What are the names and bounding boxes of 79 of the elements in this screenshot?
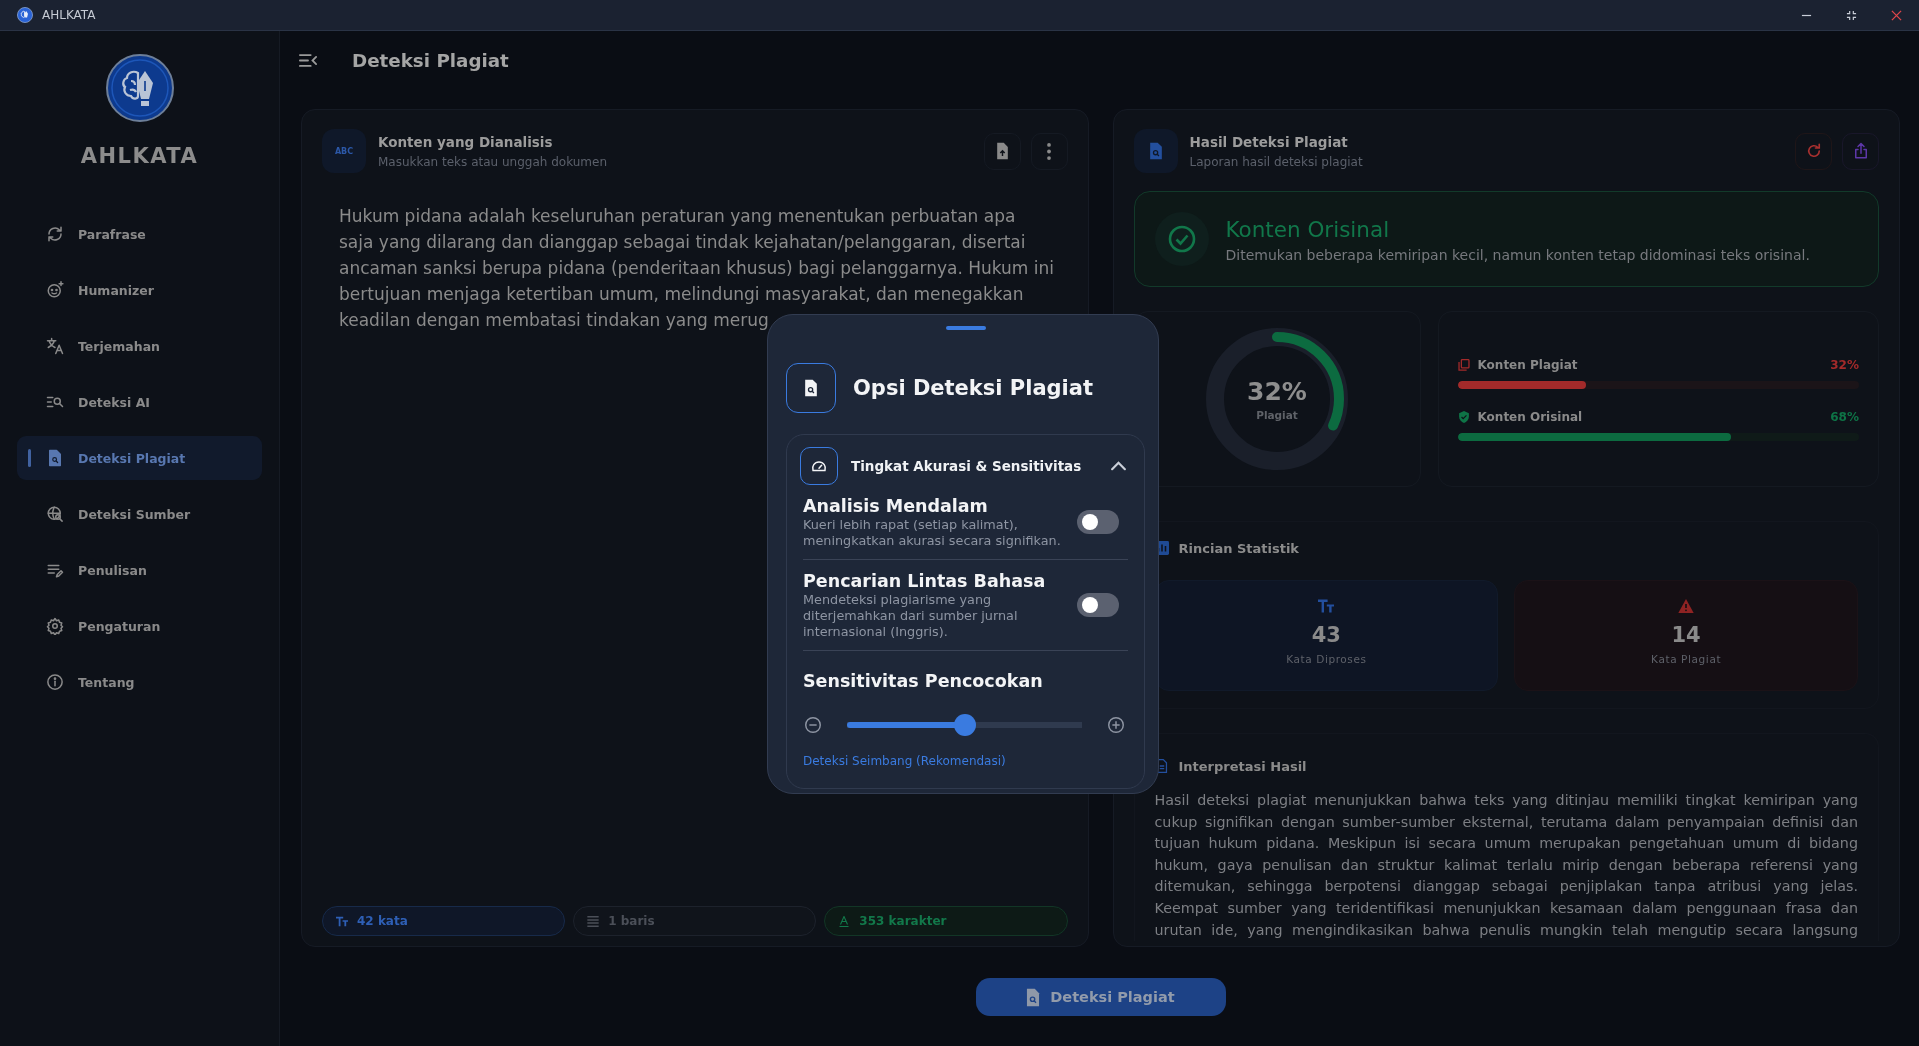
copy-icon <box>1457 359 1470 371</box>
plus-circle-icon[interactable] <box>1108 717 1124 733</box>
abc-badge: ABC <box>322 129 366 173</box>
globe-search-icon <box>46 505 64 523</box>
translate-icon <box>46 337 64 355</box>
detect-button[interactable]: Deteksi Plagiat <box>975 978 1226 1016</box>
file-search-icon <box>1026 987 1041 1007</box>
stat-label: Kata Plagiat <box>1651 653 1722 665</box>
character-count: 353 karakter <box>859 914 947 928</box>
sidebar-item[interactable]: Penulisan <box>17 548 262 592</box>
sidebar-item[interactable]: Deteksi Sumber <box>17 492 262 536</box>
bar-label: Konten Plagiat <box>1477 358 1578 372</box>
stat-value: 14 <box>1671 623 1701 647</box>
brand-name: AHLKATA <box>80 143 199 169</box>
lines-icon <box>587 915 600 927</box>
close-icon[interactable] <box>1891 9 1902 21</box>
line-count: 1 baris <box>608 914 655 928</box>
info-icon <box>46 673 64 691</box>
chevron-up-icon[interactable] <box>1111 461 1126 471</box>
score-value: 32% <box>1247 377 1307 407</box>
sidebar-item[interactable]: Humanizer <box>17 268 262 312</box>
file-upload-icon <box>995 142 1009 160</box>
text-size-icon <box>1318 599 1335 613</box>
warning-icon <box>1678 599 1695 613</box>
stat-value: 43 <box>1311 623 1341 647</box>
file-search-icon <box>1133 129 1178 173</box>
interpretation-text: Hasil deteksi plagiat menunjukkan bahwa teks yang ditinjau memiliki tingkat kemiripan yang cukup signifikan dengan sumber-sumber eksternal, terutama dalam penyampaian definisi dan tujuan hukum pidana. Meskipun isi secara umum merupakan pengetahuan umum di bidang hukum, gaya penulisan dan struktur kalimat terlalu mirip dengan beberapa referensi yang ditemukan, sehingga berpotensi dianggap sebagai penjiplakan tanpa atribusi yang jelas. Keempat sumber yang teridentifikasi menunjukkan kesamaan dalam penggunaan frasa dan urutan ide, yang mengindikasikan bahwa penulis mungkin telah mengutip secara langsung <box>1154 791 1858 940</box>
text-format-icon <box>838 915 851 927</box>
sheet-title: Opsi Deteksi Plagiat <box>853 376 1094 400</box>
section-title: Interpretasi Hasil <box>1178 758 1307 774</box>
sync-icon <box>46 225 64 243</box>
restore-icon[interactable] <box>1846 9 1857 21</box>
bar-value: 32% <box>1830 358 1859 372</box>
toggle-switch[interactable] <box>1077 593 1119 617</box>
bar-label: Konten Orisinal <box>1477 410 1583 424</box>
bar-value: 68% <box>1830 410 1859 424</box>
file-search-icon <box>786 363 836 413</box>
menu-icon[interactable] <box>299 53 317 67</box>
section-title: Rincian Statistik <box>1178 540 1299 556</box>
face-sparkle-icon <box>46 281 64 299</box>
score-label: Plagiat <box>1256 409 1298 421</box>
minus-circle-icon[interactable] <box>805 717 821 733</box>
word-count: 42 kata <box>357 914 408 928</box>
verdict-message: Ditemukan beberapa kemiripan kecil, namun konten tetap didominasi teks orisinal. <box>1225 246 1810 263</box>
shield-check-icon <box>1457 411 1470 423</box>
settings-icon <box>46 617 64 635</box>
page-title: Deteksi Plagiat <box>352 49 509 71</box>
upload-button[interactable] <box>983 132 1021 170</box>
panel-subtitle: Masukkan teks atau unggah dokumen <box>378 154 607 169</box>
sidebar-item[interactable]: Terjemahan <box>17 324 262 368</box>
section-title: Tingkat Akurasi & Sensitivitas <box>851 458 1082 474</box>
option-description: Mendeteksi plagiarisme yang diterjemahkan dari sumber jurnal internasional (Inggris). <box>803 592 1019 640</box>
sidebar-item[interactable]: Parafrase <box>17 212 262 256</box>
app-logo-icon <box>17 7 33 23</box>
option-description: Kueri lebih rapat (setiap kalimat), meningkatkan akurasi secara signifikan. <box>803 517 1062 549</box>
sidebar-item[interactable]: Tentang <box>17 660 262 704</box>
more-button[interactable] <box>1030 132 1068 170</box>
panel-title: Hasil Deteksi Plagiat <box>1189 133 1349 150</box>
more-icon <box>1047 142 1051 160</box>
panel-title: Konten yang Dianalisis <box>378 133 554 150</box>
slider-thumb[interactable] <box>953 714 976 736</box>
file-search-icon <box>46 449 64 467</box>
toggle-switch[interactable] <box>1077 510 1119 534</box>
option-title: Pencarian Lintas Bahasa <box>803 570 1047 592</box>
sidebar-item[interactable]: Pengaturan <box>17 604 262 648</box>
sidebar-item[interactable]: Deteksi Plagiat <box>17 436 262 480</box>
window-title: AHLKATA <box>42 8 96 22</box>
slider-title: Sensitivitas Pencocokan <box>803 670 1044 692</box>
gauge-icon <box>800 447 838 485</box>
text-size-icon <box>336 915 348 927</box>
option-title: Analisis Mendalam <box>803 495 989 517</box>
stat-label: Kata Diproses <box>1286 653 1367 665</box>
logo-icon <box>104 53 175 123</box>
sidebar-item[interactable]: Deteksi AI <box>17 380 262 424</box>
check-circle-icon <box>1154 212 1209 266</box>
verdict-title: Konten Orisinal <box>1225 215 1391 244</box>
drag-handle[interactable] <box>945 326 986 330</box>
slider-value: Deteksi Seimbang (Rekomendasi) <box>803 754 1007 768</box>
panel-subtitle: Laporan hasil deteksi plagiat <box>1189 154 1363 169</box>
